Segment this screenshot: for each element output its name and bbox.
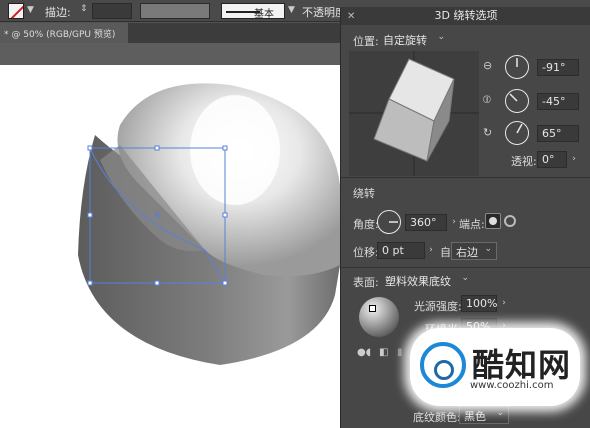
position-label: 位置: — [353, 35, 379, 48]
chevron-down-icon[interactable]: ▼ — [27, 5, 34, 15]
from-value: 右边 — [456, 246, 478, 259]
dialog-title-bar[interactable]: ✕ 3D 绕转选项 — [341, 7, 590, 25]
z-rotation-value: 65° — [542, 127, 562, 140]
cube-preview — [349, 51, 479, 176]
stroke-label: 描边: — [45, 6, 71, 19]
document-tab-bar: * @ 50% (RGB/GPU 预览) — [0, 23, 340, 43]
3d-revolved-object[interactable] — [0, 65, 340, 428]
stroke-style-dropdown[interactable]: 基本 — [221, 3, 285, 20]
perspective-field[interactable]: 0° — [537, 151, 567, 168]
z-rotation-dial[interactable] — [505, 121, 529, 145]
cap-label: 端点: — [459, 218, 485, 231]
artboard[interactable] — [0, 65, 340, 428]
chevron-down-icon: ⌄ — [496, 408, 504, 418]
y-rotation-value: -45° — [542, 95, 566, 108]
x-axis-rotate-icon: ⊖ — [483, 59, 493, 72]
x-rotation-field[interactable]: -91° — [537, 59, 579, 76]
surface-label: 表面: — [353, 276, 379, 289]
cap-on-icon — [489, 217, 497, 225]
shade-color-dropdown[interactable]: 黑色 ⌄ — [459, 406, 509, 424]
offset-field[interactable]: 0 pt — [377, 242, 425, 259]
delete-light-icon[interactable]: ▮ — [397, 347, 403, 358]
revolve-section-header: 绕转 — [353, 187, 375, 200]
cap-off-icon[interactable] — [504, 215, 516, 227]
variable-width-field[interactable] — [140, 3, 210, 19]
chevron-down-icon: ⌄ — [437, 32, 445, 42]
y-axis-rotate-icon: ⦶ — [483, 93, 491, 106]
x-rotation-dial[interactable] — [505, 55, 529, 79]
shade-color-label: 底纹颜色: — [413, 411, 461, 424]
light-intensity-arrow-icon[interactable]: › — [498, 295, 510, 312]
rotation-track-cube[interactable] — [349, 51, 479, 176]
document-tab[interactable]: * @ 50% (RGB/GPU 预览) — [0, 23, 128, 43]
chevron-down-icon[interactable]: ▼ — [288, 5, 295, 15]
z-rotation-field[interactable]: 65° — [537, 125, 579, 142]
surface-value: 塑料效果底纹 — [385, 275, 451, 288]
cap-on-button[interactable] — [485, 213, 501, 229]
new-light-icon[interactable]: ◧ — [379, 347, 388, 358]
perspective-arrow-icon[interactable]: › — [568, 151, 580, 168]
offset-arrow-icon[interactable]: › — [425, 242, 437, 259]
divider — [341, 267, 590, 268]
y-rotation-dial[interactable] — [505, 89, 529, 113]
chevron-down-icon: ⌄ — [461, 273, 469, 283]
position-dropdown[interactable]: 自定旋转 ⌄ — [379, 31, 449, 49]
x-rotation-value: -91° — [542, 61, 566, 74]
perspective-value: 0° — [542, 153, 555, 166]
offset-value: 0 pt — [382, 244, 404, 257]
light-intensity-label: 光源强度: — [414, 300, 462, 313]
y-rotation-field[interactable]: -45° — [537, 93, 579, 110]
chevron-down-icon: ⌄ — [484, 244, 492, 254]
from-label: 自 — [440, 246, 451, 259]
angle-field[interactable]: 360° — [405, 214, 447, 231]
z-axis-rotate-icon: ↻ — [483, 126, 493, 139]
pasteboard — [0, 43, 340, 65]
close-icon[interactable]: ✕ — [347, 8, 355, 26]
light-intensity-value: 100% — [466, 297, 498, 310]
angle-dial[interactable] — [377, 210, 401, 234]
surface-dropdown[interactable]: 塑料效果底纹 ⌄ — [381, 272, 473, 290]
angle-label: 角度: — [353, 218, 379, 231]
light-sphere-preview[interactable] — [359, 297, 399, 337]
watermark-url: www.coozhi.com — [470, 380, 554, 391]
stroke-weight-field[interactable] — [92, 3, 132, 19]
stroke-style-label: 基本 — [254, 9, 274, 20]
watermark-logo-icon — [420, 342, 466, 388]
from-dropdown[interactable]: 右边 ⌄ — [451, 242, 497, 260]
perspective-label: 透视: — [511, 155, 537, 168]
shade-color-value: 黑色 — [464, 410, 486, 423]
light-source-handle[interactable] — [369, 305, 376, 312]
divider — [341, 177, 590, 178]
stroke-swatch[interactable] — [8, 3, 24, 19]
watermark: 酷知网 www.coozhi.com — [410, 328, 580, 406]
angle-value: 360° — [410, 216, 437, 229]
document-tab-title: * @ 50% (RGB/GPU 预览) — [4, 30, 116, 40]
stroke-stepper-icon[interactable]: ⇕ — [80, 4, 88, 14]
dialog-title: 3D 绕转选项 — [434, 9, 498, 22]
offset-label: 位移: — [353, 246, 379, 259]
position-value: 自定旋转 — [383, 34, 427, 47]
light-intensity-field[interactable]: 100% — [461, 295, 497, 312]
move-light-back-icon[interactable]: ●◖ — [357, 347, 371, 358]
